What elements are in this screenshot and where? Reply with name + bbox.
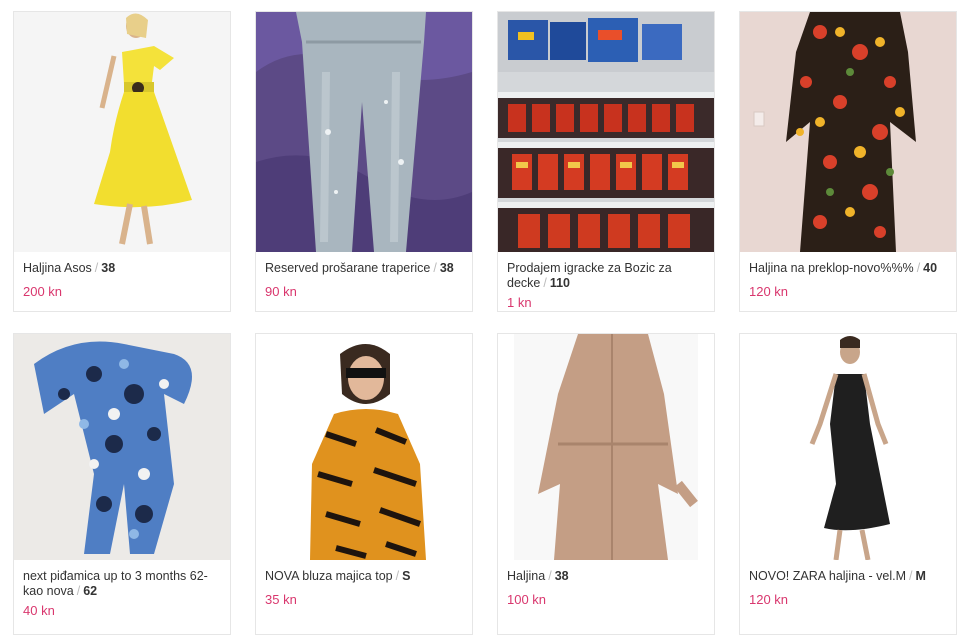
floral-dress-image	[740, 12, 956, 252]
separator: /	[433, 261, 437, 275]
separator: /	[543, 276, 547, 290]
listing-card[interactable]: Haljina/38 100 kn	[497, 333, 715, 635]
yellow-dress-image	[14, 12, 230, 252]
listing-photo[interactable]	[740, 12, 956, 252]
separator: /	[94, 261, 99, 275]
separator: /	[395, 569, 400, 583]
listing-card[interactable]: Prodajem igracke za Bozic za decke/110 1…	[497, 11, 715, 312]
shirt-dress-image	[498, 334, 714, 560]
listing-title-line: next piđamica up to 3 months 62-kao nova…	[23, 569, 221, 599]
listing-card[interactable]: NOVA bluza majica top / S 35 kn	[255, 333, 473, 635]
listing-photo[interactable]	[256, 12, 472, 252]
listing-photo[interactable]	[14, 12, 230, 252]
listing-title: Haljina Asos	[23, 261, 92, 275]
listing-card[interactable]: Haljina na preklop-novo%%%/40 120 kn	[739, 11, 957, 312]
separator: /	[909, 569, 913, 583]
listing-card[interactable]: Reserved prošarane traperice/38 90 kn	[255, 11, 473, 312]
listing-card[interactable]: Haljina Asos/38 200 kn	[13, 11, 231, 312]
listing-price: 120 kn	[749, 284, 789, 299]
listing-price: 120 kn	[749, 592, 789, 607]
baby-sleepsuit-image	[14, 334, 230, 560]
listing-title: Prodajem igracke za Bozic za decke	[507, 261, 672, 290]
listing-size: 38	[101, 261, 116, 275]
listing-price: 100 kn	[507, 592, 547, 607]
listing-price: 90 kn	[265, 284, 297, 299]
listing-card[interactable]: next piđamica up to 3 months 62-kao nova…	[13, 333, 231, 635]
listing-size: 110	[549, 276, 571, 290]
listing-photo[interactable]	[256, 334, 472, 560]
listing-photo[interactable]	[14, 334, 230, 560]
listing-title: NOVA bluza majica top	[265, 569, 393, 583]
listing-grid: Haljina Asos/38 200 kn Reserved prošaran…	[0, 0, 967, 642]
listing-price: 35 kn	[265, 592, 297, 607]
listing-size: 38	[554, 569, 569, 583]
listing-title: next piđamica up to 3 months 62-kao nova	[23, 569, 208, 598]
listing-title-line: Prodajem igracke za Bozic za decke/110	[507, 261, 705, 291]
listing-photo[interactable]	[498, 12, 714, 252]
separator: /	[916, 261, 921, 275]
black-slip-dress-image	[740, 334, 956, 560]
toy-shelves-image	[498, 12, 714, 252]
listing-size: S	[402, 569, 411, 583]
separator: /	[76, 584, 81, 598]
listing-title: Haljina	[507, 569, 546, 583]
listing-title: Reserved prošarane traperice	[265, 261, 431, 275]
listing-size: 62	[83, 584, 98, 598]
listing-title: NOVO! ZARA haljina - vel.M	[749, 569, 906, 583]
listing-photo[interactable]	[740, 334, 956, 560]
tiger-print-top-image	[256, 334, 472, 560]
listing-price: 40 kn	[23, 603, 55, 618]
listing-size: 38	[439, 261, 454, 275]
listing-title: Haljina na preklop-novo%%%	[749, 261, 914, 275]
listing-price: 1 kn	[507, 295, 532, 310]
listing-size: 40	[923, 261, 938, 275]
separator: /	[548, 569, 552, 583]
listing-card[interactable]: NOVO! ZARA haljina - vel.M / M 120 kn	[739, 333, 957, 635]
listing-photo[interactable]	[498, 334, 714, 560]
jeans-image	[256, 12, 472, 252]
listing-size: M	[915, 569, 926, 583]
listing-price: 200 kn	[23, 284, 63, 299]
